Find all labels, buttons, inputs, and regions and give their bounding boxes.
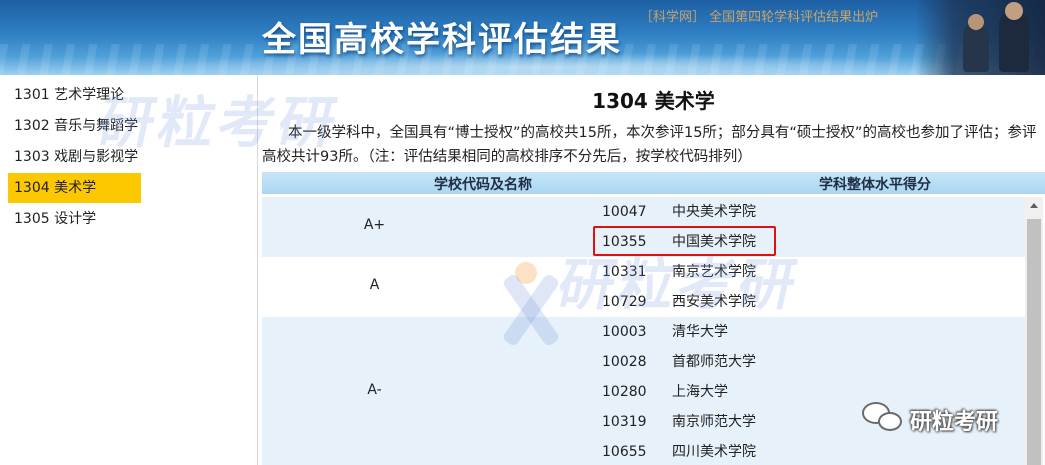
school-name: 中央美术学院 [672,204,756,220]
school-code: 10729 [602,294,647,310]
table-row: 10729 西安美术学院 [262,287,1027,317]
table-row: 10331 南京艺术学院 [262,257,1027,287]
wechat-icon [862,402,904,436]
table-row: 10047 中央美术学院 [262,197,1027,227]
table-row: 10280 上海大学 [262,377,1027,407]
school-name: 上海大学 [672,384,728,400]
table-row: 10655 四川美术学院 [262,437,1027,465]
banner-subtitle: ［科学网］ 全国第四轮学科评估结果出炉 [640,10,879,25]
school-code: 10331 [602,264,647,280]
banner-title: 全国高校学科评估结果 [262,20,622,60]
person-head [1005,2,1023,20]
header-banner: 全国高校学科评估结果 ［科学网］ 全国第四轮学科评估结果出炉 [0,0,1045,75]
page-title: 1304 美术学 [592,89,715,113]
school-name: 清华大学 [672,324,728,340]
banner-photo [915,0,1045,75]
school-code: 10028 [602,354,647,370]
sidebar-item-1303[interactable]: 1303 戏剧与影视学 [8,142,141,172]
sidebar-item-1301[interactable]: 1301 艺术学理论 [8,80,141,110]
school-code: 10047 [602,204,647,220]
school-name: 四川美术学院 [672,444,756,460]
school-code: 10319 [602,414,647,430]
school-code: 10280 [602,384,647,400]
column-header-school: 学校代码及名称 [434,177,532,193]
scrollbar-thumb[interactable] [1027,219,1041,465]
column-header-score: 学科整体水平得分 [819,177,931,193]
school-name: 西安美术学院 [672,294,756,310]
subject-sidebar: 1301 艺术学理论 1302 音乐与舞蹈学 1303 戏剧与影视学 1304 … [0,75,258,465]
highlight-box [593,226,776,256]
sidebar-item-1305[interactable]: 1305 设计学 [8,204,141,234]
sidebar-item-1302[interactable]: 1302 音乐与舞蹈学 [8,111,141,141]
school-name: 南京艺术学院 [672,264,756,280]
school-name: 首都师范大学 [672,354,756,370]
school-name: 南京师范大学 [672,414,756,430]
table-row: 10003 清华大学 [262,317,1027,347]
subject-description: 本一级学科中，全国具有“博士授权”的高校共15所，本次参评15所；部分具有“硕士… [262,125,1037,165]
vertical-scrollbar[interactable] [1025,197,1043,465]
table-row: 10028 首都师范大学 [262,347,1027,377]
wechat-account-name: 研粒考研 [910,410,999,435]
person-head [968,14,984,30]
school-code: 10003 [602,324,647,340]
sidebar-item-1304[interactable]: 1304 美术学 [8,173,141,203]
school-code: 10655 [602,444,647,460]
scroll-up-arrow-icon[interactable] [1025,197,1043,215]
table-header: 学校代码及名称 学科整体水平得分 [262,172,1045,194]
